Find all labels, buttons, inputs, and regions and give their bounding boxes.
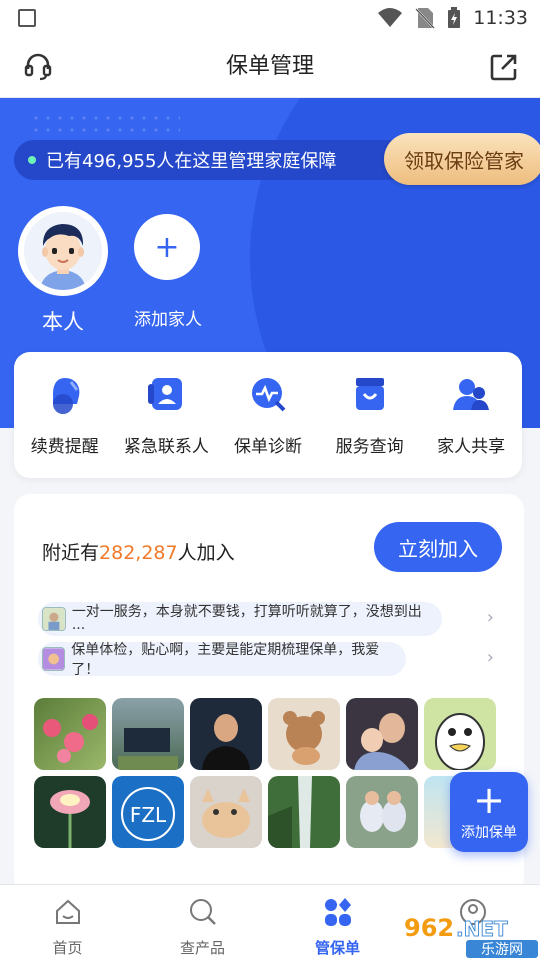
- add-family-label: 添加家人: [134, 310, 202, 330]
- service-query[interactable]: 服务查询: [322, 374, 418, 478]
- member-photo[interactable]: [346, 698, 418, 770]
- service-policy-diagnosis[interactable]: 保单诊断: [220, 374, 316, 478]
- no-sim-icon: [415, 8, 435, 29]
- hero-dot-pattern: [30, 112, 180, 138]
- chevron-right-icon[interactable]: ›: [487, 647, 494, 668]
- add-policy-fab[interactable]: + 添加保单: [450, 772, 528, 852]
- member-photo[interactable]: [34, 776, 106, 848]
- self-avatar[interactable]: [18, 206, 108, 296]
- avatar-illustration: [24, 212, 102, 290]
- get-insurance-steward-button[interactable]: 领取保险管家: [384, 133, 540, 185]
- emergency-contact-icon: [148, 378, 183, 410]
- member-photo[interactable]: [268, 698, 340, 770]
- community-card: 附近有282,287人加入 立刻加入 一对一服务，本身就不要钱，打算听听就算了，…: [14, 494, 524, 894]
- status-bar: 11:33: [0, 0, 540, 36]
- svg-text:962: 962: [404, 914, 454, 942]
- self-label: 本人: [42, 310, 84, 334]
- plus-icon: +: [473, 778, 505, 822]
- tab-home[interactable]: 首页: [0, 885, 135, 960]
- testimonial-text: 保单体检，贴心啊，主要是能定期梳理保单，我爱了！: [71, 642, 380, 678]
- tab-label: 管保单: [314, 939, 360, 957]
- home-icon: [55, 899, 80, 924]
- tab-label: 首页: [52, 939, 83, 957]
- service-family-share[interactable]: 家人共享: [423, 374, 519, 478]
- join-now-button[interactable]: 立刻加入: [374, 522, 502, 572]
- svg-text:乐游网: 乐游网: [481, 942, 523, 958]
- member-photo[interactable]: [346, 776, 418, 848]
- tab-products[interactable]: 查产品: [135, 885, 270, 960]
- user-avatar-thumb: [42, 647, 66, 671]
- testimonial-item[interactable]: 保单体检，贴心啊，主要是能定期梳理保单，我爱了！: [38, 642, 406, 678]
- join-count-number: 282,287: [99, 542, 178, 564]
- add-policy-label: 添加保单: [461, 825, 517, 841]
- nearby-join-count: 附近有282,287人加入: [42, 542, 235, 564]
- svg-text:.NET: .NET: [456, 917, 508, 941]
- plus-icon: +: [154, 229, 180, 265]
- chevron-right-icon[interactable]: ›: [487, 607, 494, 628]
- service-emergency-contact[interactable]: 紧急联系人: [118, 374, 214, 478]
- service-query-icon: [355, 378, 384, 410]
- member-photo[interactable]: [34, 698, 106, 770]
- services-panel: 续费提醒 紧急联系人 保单诊断 服务查询 家人共享: [14, 352, 522, 478]
- image-notification-icon: [18, 9, 36, 27]
- policy-grid-icon: [324, 898, 351, 926]
- testimonial-item[interactable]: 一对一服务，本身就不要钱，打算听听就算了，没想到出···: [38, 602, 442, 637]
- renewal-reminder-icon: [52, 378, 80, 414]
- service-label: 家人共享: [437, 437, 506, 457]
- navigation-bar: 保单管理: [0, 36, 540, 98]
- policy-diagnosis-icon: [251, 378, 286, 412]
- member-photo[interactable]: [268, 776, 340, 848]
- service-label: 服务查询: [335, 437, 404, 457]
- member-photo[interactable]: [112, 698, 184, 770]
- member-photo[interactable]: FZL: [112, 776, 184, 848]
- member-photo-grid: FZL: [34, 698, 514, 848]
- site-watermark-logo: 962 .NET 乐游网: [404, 914, 538, 958]
- testimonial-text: 一对一服务，本身就不要钱，打算听听就算了，没想到出···: [71, 604, 422, 637]
- user-count-banner: 已有496,955人在这里管理家庭保障: [14, 140, 414, 180]
- service-label: 续费提醒: [30, 437, 99, 457]
- family-share-icon: [453, 379, 490, 410]
- battery-charging-icon: [448, 7, 461, 28]
- user-avatar-thumb: [42, 607, 66, 631]
- banner-text: 已有496,955人在这里管理家庭保障: [46, 151, 337, 172]
- status-time: 11:33: [473, 7, 528, 29]
- share-export-icon[interactable]: [488, 51, 520, 83]
- member-photo[interactable]: [424, 698, 496, 770]
- member-photo[interactable]: [190, 698, 262, 770]
- service-label: 紧急联系人: [123, 437, 209, 457]
- tab-policy-management[interactable]: 管保单: [270, 885, 405, 960]
- tab-label: 查产品: [179, 939, 225, 957]
- svg-text:FZL: FZL: [130, 803, 167, 827]
- page-title: 保单管理: [225, 54, 314, 79]
- live-dot-icon: [28, 156, 36, 164]
- wifi-icon: [378, 8, 403, 27]
- add-family-button[interactable]: +: [134, 214, 200, 280]
- search-icon: [189, 899, 216, 925]
- service-label: 保单诊断: [233, 437, 302, 457]
- member-photo[interactable]: [190, 776, 262, 848]
- service-renewal-reminder[interactable]: 续费提醒: [17, 374, 113, 478]
